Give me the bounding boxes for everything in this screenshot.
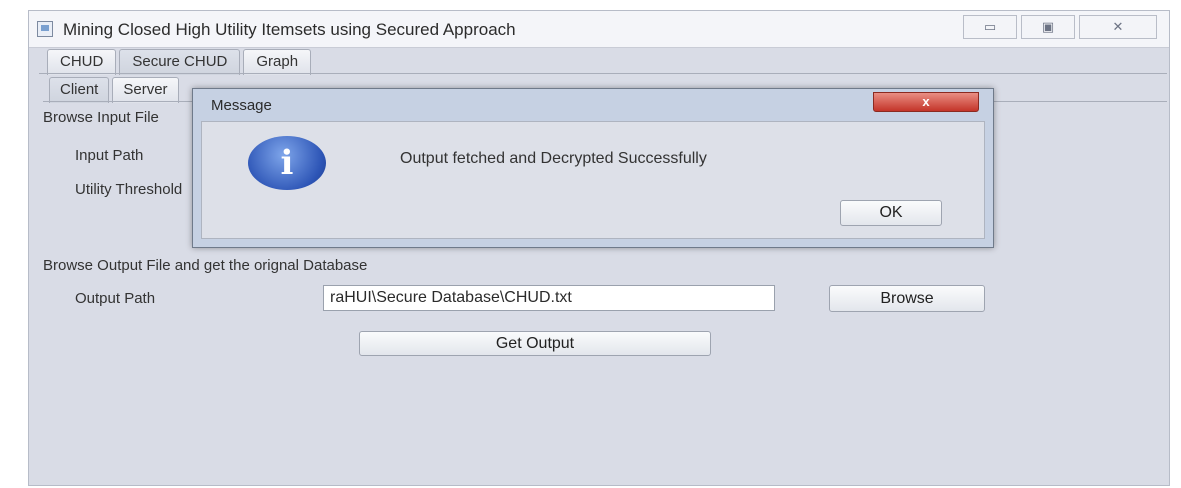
outer-tab-divider	[39, 73, 1167, 74]
output-path-input[interactable]: raHUI\Secure Database\CHUD.txt	[323, 285, 775, 311]
outer-tab-bar: CHUD Secure CHUD Graph	[47, 49, 312, 75]
browse-button[interactable]: Browse	[829, 285, 985, 312]
utility-threshold-label: Utility Threshold	[75, 181, 183, 198]
dialog-message: Output fetched and Decrypted Successfull…	[400, 150, 707, 167]
close-window-button[interactable]: ✕	[1079, 15, 1157, 39]
output-section-label: Browse Output File and get the orignal D…	[43, 257, 368, 274]
input-section-label: Browse Input File	[43, 109, 159, 126]
maximize-button[interactable]: ▣	[1021, 15, 1075, 39]
title-bar: Mining Closed High Utility Itemsets usin…	[29, 11, 1169, 48]
output-path-label: Output Path	[75, 290, 156, 307]
window-controls: ▭ ▣ ✕	[963, 15, 1157, 39]
tab-chud[interactable]: CHUD	[47, 49, 117, 75]
dialog-body: i Output fetched and Decrypted Successfu…	[201, 121, 985, 239]
tab-client[interactable]: Client	[49, 77, 110, 103]
tab-graph[interactable]: Graph	[243, 49, 312, 75]
dialog-close-icon[interactable]: x	[873, 92, 979, 112]
ok-button[interactable]: OK	[840, 200, 942, 226]
dialog-title: Message	[211, 97, 272, 114]
minimize-button[interactable]: ▭	[963, 15, 1017, 39]
info-icon: i	[248, 136, 326, 190]
tab-secure-chud[interactable]: Secure CHUD	[119, 49, 241, 75]
window-title: Mining Closed High Utility Itemsets usin…	[63, 20, 516, 39]
main-window: Mining Closed High Utility Itemsets usin…	[28, 10, 1170, 486]
app-icon	[37, 21, 53, 37]
inner-tab-bar: Client Server	[49, 77, 179, 103]
get-output-button[interactable]: Get Output	[359, 331, 711, 356]
message-dialog: Message x i Output fetched and Decrypted…	[192, 88, 994, 248]
input-path-label: Input Path	[75, 147, 144, 164]
tab-server[interactable]: Server	[112, 77, 179, 103]
